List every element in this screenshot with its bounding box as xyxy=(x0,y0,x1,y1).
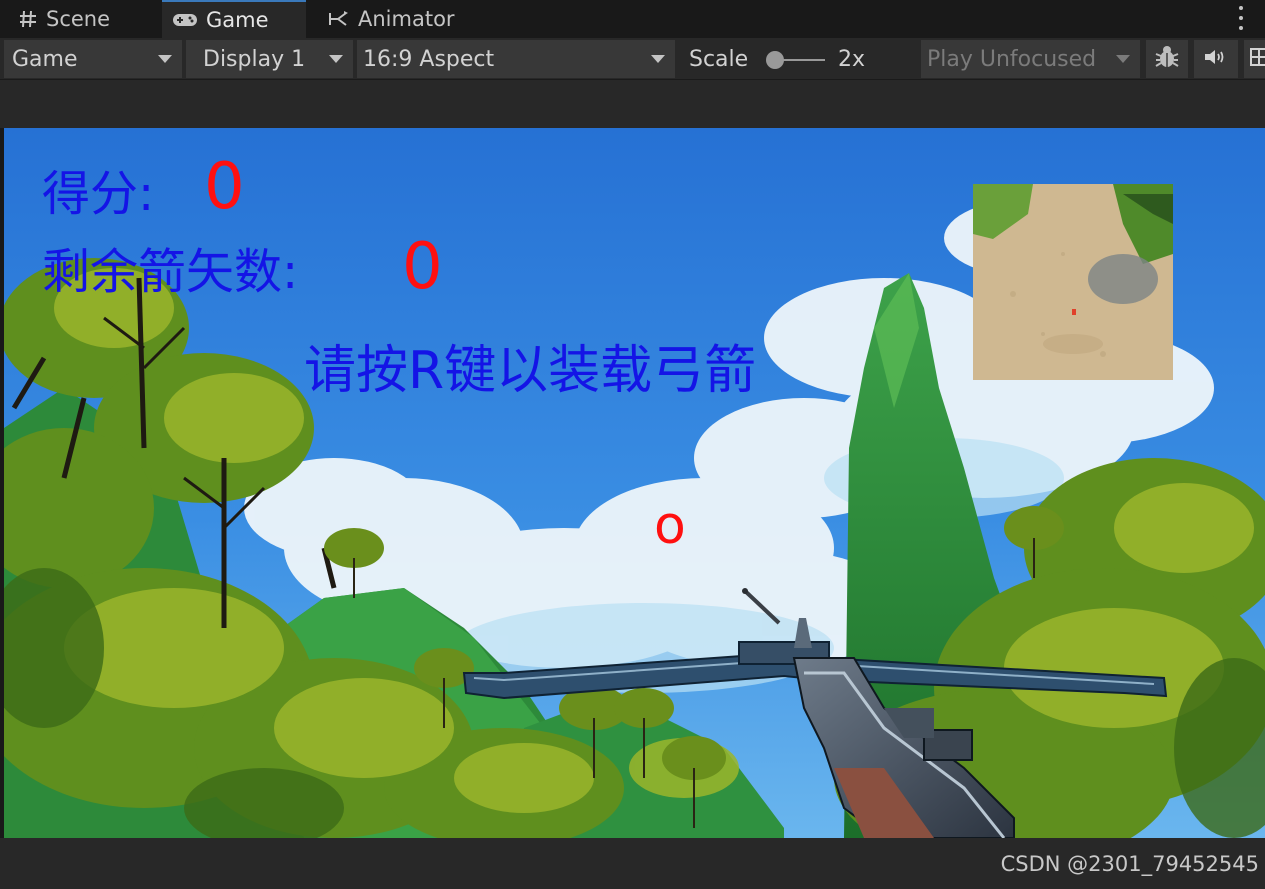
scale-control: Scale 2x xyxy=(680,40,918,78)
aspect-dropdown[interactable]: 16:9 Aspect xyxy=(357,40,675,78)
crosshair: o xyxy=(654,496,686,556)
arrows-remaining-label: 剩余箭矢数: xyxy=(42,244,299,300)
display-dropdown[interactable]: Display 1 xyxy=(186,40,353,78)
chevron-down-icon xyxy=(158,55,172,63)
bug-icon xyxy=(1153,44,1181,74)
bottom-bar: CSDN @2301_79452545 xyxy=(0,838,1265,889)
score-label: 得分: xyxy=(42,166,155,222)
animator-icon xyxy=(328,9,350,29)
tab-game[interactable]: Game xyxy=(162,0,306,38)
view-mode-label: Game xyxy=(12,46,78,72)
mute-audio-button[interactable] xyxy=(1194,40,1238,78)
view-mode-dropdown[interactable]: Game xyxy=(4,40,182,78)
scale-slider-track[interactable] xyxy=(777,59,825,61)
arrows-remaining-value: 0 xyxy=(402,230,443,304)
aspect-label: 16:9 Aspect xyxy=(363,46,495,72)
minimap xyxy=(973,184,1173,380)
debug-button[interactable] xyxy=(1146,40,1188,78)
chevron-down-icon xyxy=(651,55,665,63)
tab-scene[interactable]: Scene xyxy=(18,0,110,38)
play-mode-dropdown[interactable]: Play Unfocused xyxy=(921,40,1140,78)
scale-label: Scale xyxy=(689,46,749,72)
game-view-letterbox xyxy=(0,80,1265,128)
score-value: 0 xyxy=(204,150,245,224)
speaker-icon xyxy=(1203,47,1229,71)
editor-tab-bar: Scene Game Animator xyxy=(0,0,1265,38)
chevron-down-icon xyxy=(1116,55,1130,63)
more-options-icon[interactable] xyxy=(1239,6,1245,30)
gamepad-icon xyxy=(172,11,198,29)
hash-icon xyxy=(18,9,38,29)
reload-prompt: 请按R键以装载弓箭 xyxy=(304,341,757,401)
tab-animator[interactable]: Animator xyxy=(328,0,455,38)
watermark: CSDN @2301_79452545 xyxy=(1000,852,1259,876)
tab-game-label: Game xyxy=(206,8,269,32)
play-mode-label: Play Unfocused xyxy=(927,46,1097,72)
game-view-toolbar: Game Display 1 16:9 Aspect Scale 2x Play… xyxy=(0,38,1265,80)
tab-scene-label: Scene xyxy=(46,7,111,31)
chevron-down-icon xyxy=(329,55,343,63)
scale-value: 2x xyxy=(838,47,866,72)
stats-button[interactable] xyxy=(1244,40,1265,78)
scale-slider-handle[interactable] xyxy=(766,51,784,69)
tab-animator-label: Animator xyxy=(358,7,455,31)
grid-icon xyxy=(1250,47,1265,71)
game-viewport[interactable]: 得分: 0 剩余箭矢数: 0 请按R键以装载弓箭 o xyxy=(4,128,1265,838)
display-label: Display 1 xyxy=(203,46,306,72)
